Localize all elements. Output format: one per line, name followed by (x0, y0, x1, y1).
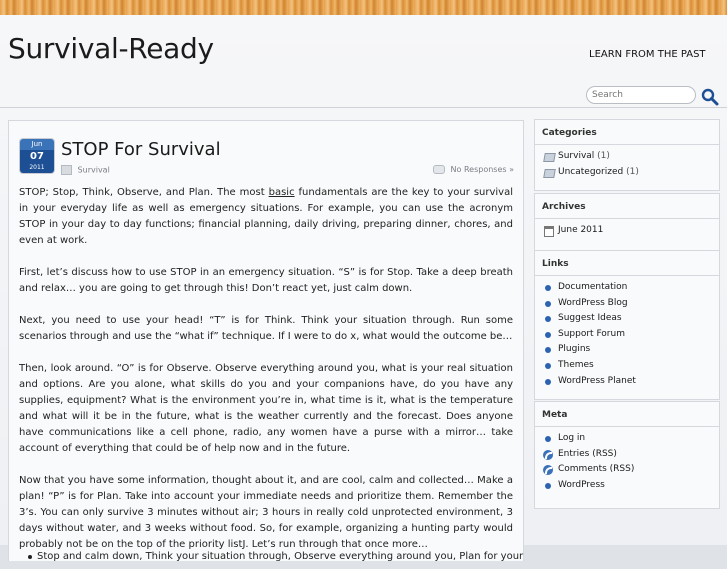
meta-item[interactable]: Entries (RSS) (535, 447, 719, 463)
site-tagline: LEARN FROM THE PAST (589, 49, 706, 60)
meta-comments-rss-link[interactable]: Comments (RSS) (558, 464, 634, 474)
date-badge: Jun 07 2011 (19, 138, 55, 174)
post-category-label[interactable]: Survival (78, 166, 110, 175)
widget-title: Links (535, 251, 719, 276)
meta-login-link[interactable]: Log in (558, 433, 585, 443)
post: Jun 07 2011 STOP For Survival Survival N… (8, 120, 524, 562)
meta-entries-rss-link[interactable]: Entries (RSS) (558, 449, 617, 459)
bullet-icon (545, 378, 551, 385)
calendar-icon (544, 226, 554, 237)
link-item[interactable]: Suggest Ideas (535, 311, 719, 327)
bullet-icon (545, 316, 551, 323)
bullet-icon (545, 331, 551, 338)
paragraph-text: Then, look around. “O” is for Observe. O… (19, 363, 513, 454)
bullet-icon (545, 285, 551, 291)
link-item[interactable]: Plugins (535, 342, 719, 358)
date-day: 07 (20, 150, 54, 163)
bullet-icon (545, 300, 551, 307)
search-icon[interactable] (701, 88, 719, 106)
link-support-forum[interactable]: Support Forum (558, 329, 625, 339)
meta-item[interactable]: Comments (RSS) (535, 462, 719, 478)
post-comments[interactable]: No Responses » (433, 165, 514, 174)
bullet-icon (545, 436, 551, 442)
bullet-icon (545, 362, 551, 369)
category-link[interactable]: Uncategorized (558, 167, 623, 177)
category-count: (1) (626, 166, 639, 177)
link-plugins[interactable]: Plugins (558, 344, 590, 354)
date-year: 2011 (20, 163, 54, 173)
list-item: Stop and calm down, Think your situation… (27, 551, 524, 562)
bullet-icon (545, 347, 551, 354)
categories-widget: Categories Survival (1) Uncategorized (1… (534, 119, 720, 191)
category-item[interactable]: Survival (1) (535, 149, 719, 165)
paragraph-text: STOP; Stop, Think, Observe, and Plan. Th… (19, 187, 269, 198)
meta-item[interactable]: WordPress (535, 478, 719, 494)
archive-item[interactable]: June 2011 (535, 223, 719, 239)
paragraph: Now that you have some information, thou… (19, 473, 513, 553)
folder-icon (61, 165, 72, 175)
paragraph-text: First, let’s discuss how to use STOP in … (19, 267, 513, 294)
meta-item[interactable]: Log in (535, 431, 719, 447)
link-suggest-ideas[interactable]: Suggest Ideas (558, 313, 622, 323)
link-wordpress-planet[interactable]: WordPress Planet (558, 376, 636, 386)
link-themes[interactable]: Themes (558, 360, 594, 370)
rss-icon (543, 449, 553, 460)
basic-link[interactable]: basic (269, 187, 295, 198)
link-item[interactable]: WordPress Blog (535, 296, 719, 312)
comment-icon (433, 165, 445, 174)
bullet-icon (545, 482, 551, 489)
site-title[interactable]: Survival-Ready (8, 32, 214, 65)
meta-widget: Meta Log in Entries (RSS) Comments (RSS)… (534, 401, 720, 509)
links-widget: Links Documentation WordPress Blog Sugge… (534, 250, 720, 400)
widget-title: Categories (535, 120, 719, 145)
date-month: Jun (20, 139, 54, 150)
widget-title: Archives (535, 194, 719, 219)
paragraph: Next, you need to use your head! “T” is … (19, 313, 513, 345)
header-divider (0, 107, 727, 108)
link-documentation[interactable]: Documentation (558, 282, 627, 292)
link-wordpress-blog[interactable]: WordPress Blog (558, 298, 628, 308)
wood-banner (0, 0, 727, 15)
paragraph: First, let’s discuss how to use STOP in … (19, 265, 513, 297)
post-title[interactable]: STOP For Survival (61, 139, 221, 160)
search-input[interactable] (586, 86, 696, 104)
post-body: STOP; Stop, Think, Observe, and Plan. Th… (19, 185, 513, 569)
category-count: (1) (597, 151, 610, 161)
meta-wordpress-link[interactable]: WordPress (558, 480, 605, 490)
folder-icon (543, 153, 556, 162)
link-item[interactable]: Documentation (535, 280, 719, 296)
rss-icon (543, 465, 553, 476)
folder-icon (543, 168, 556, 178)
category-link[interactable]: Survival (558, 151, 594, 161)
paragraph-text: Now that you have some information, thou… (19, 475, 513, 550)
widget-title: Meta (535, 402, 719, 427)
archive-link[interactable]: June 2011 (558, 225, 603, 235)
paragraph-text: Next, you need to use your head! “T” is … (19, 315, 513, 342)
category-item[interactable]: Uncategorized (1) (535, 165, 719, 181)
post-category[interactable]: Survival (61, 165, 110, 175)
page: Survival-Ready LEARN FROM THE PAST Jun 0… (0, 15, 727, 562)
link-item[interactable]: Support Forum (535, 327, 719, 343)
post-comments-label[interactable]: No Responses » (451, 165, 514, 174)
paragraph: STOP; Stop, Think, Observe, and Plan. Th… (19, 185, 513, 249)
link-item[interactable]: Themes (535, 358, 719, 374)
link-item[interactable]: WordPress Planet (535, 374, 719, 390)
archives-widget: Archives June 2011 (534, 193, 720, 252)
paragraph: Then, look around. “O” is for Observe. O… (19, 361, 513, 457)
